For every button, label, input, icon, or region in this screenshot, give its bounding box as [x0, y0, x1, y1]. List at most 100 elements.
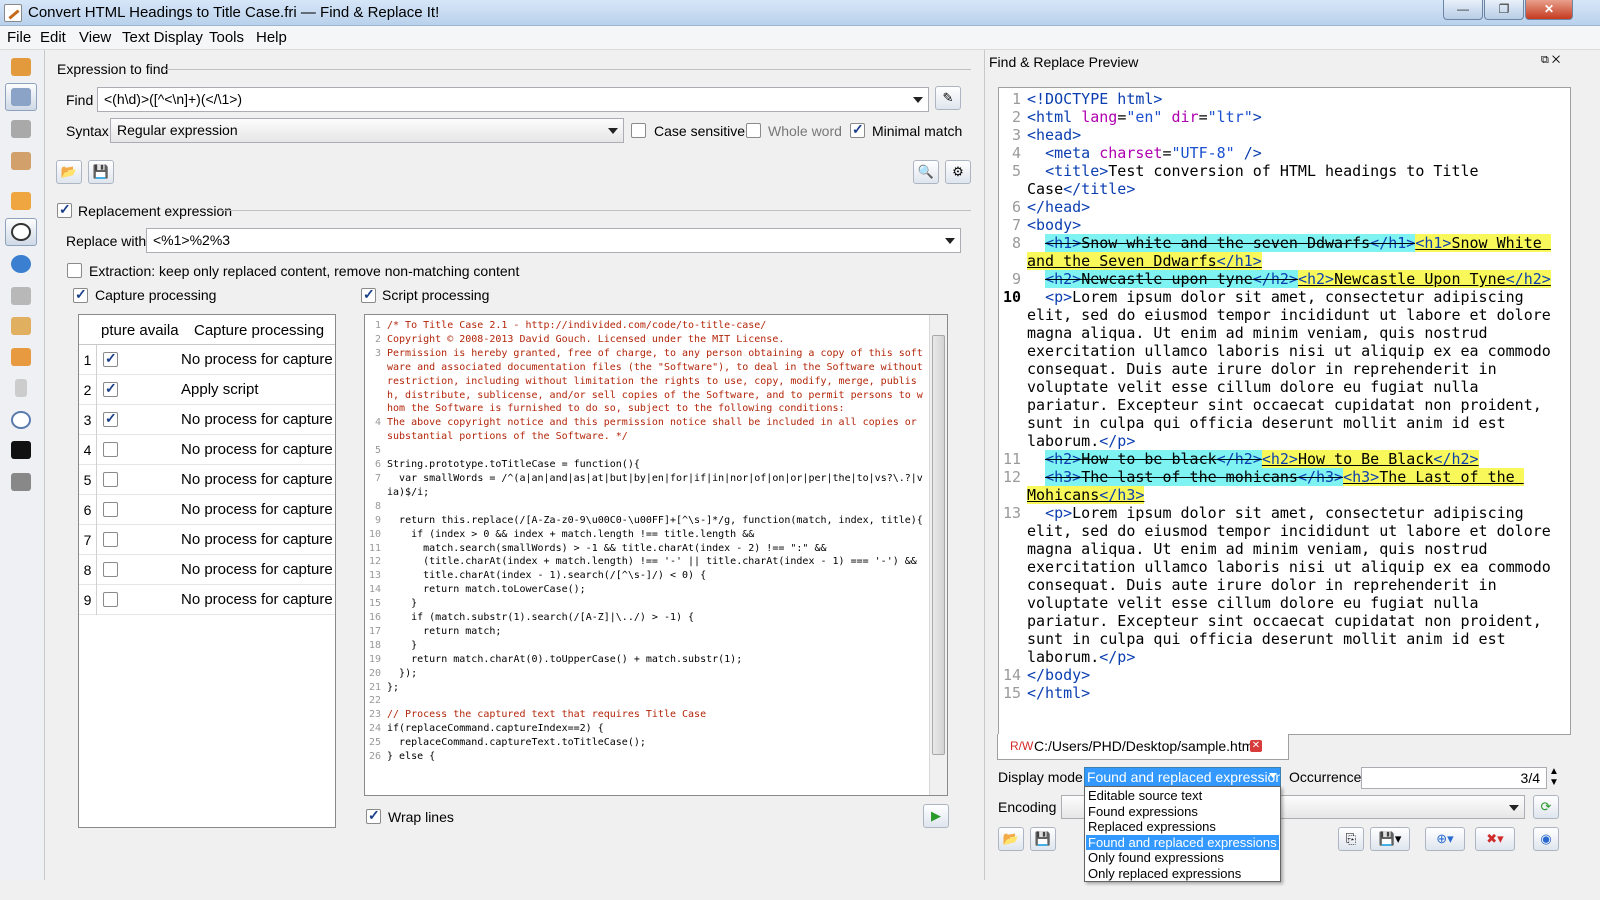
- close-button[interactable]: ✕: [1525, 0, 1573, 20]
- code-line[interactable]: 2 Copyright © 2008-2013 David Gouch. Lice…: [365, 333, 925, 347]
- capture-row-value[interactable]: No process for capture: [181, 441, 333, 458]
- capture-row-value[interactable]: No process for capture: [181, 471, 333, 488]
- preview-line[interactable]: 4 <meta charset="UTF-8" />: [999, 144, 1570, 162]
- capture-row-checkbox[interactable]: [103, 410, 118, 427]
- code-line[interactable]: 19 return match.charAt(0).toUpperCase() …: [365, 653, 925, 667]
- table-row[interactable]: 1 No process for capture: [79, 345, 335, 375]
- whole-word-checkbox[interactable]: [746, 123, 761, 138]
- preview-content[interactable]: 1 <!DOCTYPE html> 2 <html lang="en" dir="lt…: [999, 90, 1570, 702]
- code-line[interactable]: 25 replaceCommand.captureText.toTitleCas…: [365, 736, 925, 750]
- edit-expression-icon[interactable]: ✎: [935, 86, 961, 110]
- capture-row-value[interactable]: No process for capture: [181, 411, 333, 428]
- menu-text-display[interactable]: Text Display: [122, 29, 203, 46]
- delete-icon[interactable]: ✖▾: [1475, 827, 1515, 851]
- capture-row-value[interactable]: No process for capture: [181, 561, 333, 578]
- script-processing-checkbox[interactable]: [361, 286, 376, 303]
- capture-row-value[interactable]: No process for capture: [181, 501, 333, 518]
- code-line[interactable]: 17 return match;: [365, 625, 925, 639]
- case-sensitive-checkbox[interactable]: [631, 123, 646, 138]
- search-icon[interactable]: 🔍: [913, 160, 939, 184]
- code-line[interactable]: 24 if(replaceCommand.captureIndex==2) {: [365, 722, 925, 736]
- code-line[interactable]: 11 match.search(smallWords) > -1 && titl…: [365, 542, 925, 556]
- chevron-down-icon[interactable]: [945, 238, 955, 244]
- capture-row-checkbox[interactable]: [103, 380, 118, 397]
- code-line[interactable]: 14 return match.toLowerCase();: [365, 583, 925, 597]
- minimal-match-checkbox[interactable]: [850, 121, 865, 138]
- code-line[interactable]: 12 (title.charAt(index + match.length) !…: [365, 555, 925, 569]
- option-replaced-expressions[interactable]: Replaced expressions: [1086, 819, 1279, 835]
- code-line[interactable]: 6 String.prototype.toTitleCase = function…: [365, 458, 925, 472]
- find-input[interactable]: <(h\d)>([^<\n]+)(</\1>): [97, 87, 929, 112]
- preview-line[interactable]: 15 </html>: [999, 684, 1570, 702]
- code-line[interactable]: 15 }: [365, 597, 925, 611]
- preview-line[interactable]: 8 <h1>Snow white and the seven Ddwarfs</…: [999, 234, 1570, 270]
- table-row[interactable]: 2 Apply script: [79, 375, 335, 405]
- code-line[interactable]: 7 var smallWords = /^(a|an|and|as|at|but…: [365, 472, 925, 500]
- table-row[interactable]: 9 No process for capture: [79, 585, 335, 615]
- capture-processing-checkbox[interactable]: [73, 286, 88, 303]
- menu-tools[interactable]: Tools: [209, 29, 244, 46]
- code-line[interactable]: 22: [365, 694, 925, 708]
- chevron-down-icon[interactable]: [1269, 773, 1277, 778]
- preview-line[interactable]: 11 <h2>How to be black</h2><h2>How to Be…: [999, 450, 1570, 468]
- table-row[interactable]: 6 No process for capture: [79, 495, 335, 525]
- minimize-button[interactable]: —: [1443, 0, 1483, 20]
- code-line[interactable]: 21};: [365, 681, 925, 695]
- find-icon[interactable]: [5, 53, 37, 81]
- script-editor[interactable]: 1 /* To Title Case 2.1 - http://individed…: [364, 314, 948, 796]
- replacement-checkbox[interactable]: [57, 201, 72, 218]
- capture-row-value[interactable]: No process for capture: [181, 591, 333, 608]
- preview-line[interactable]: 5 <title>Test conversion of HTML heading…: [999, 162, 1570, 198]
- open-file-icon[interactable]: 📂: [998, 827, 1024, 851]
- option-editable-source[interactable]: Editable source text: [1086, 788, 1279, 804]
- replace-icon[interactable]: [5, 83, 37, 111]
- preview-line[interactable]: 13 <p>Lorem ipsum dolor sit amet, consec…: [999, 504, 1570, 666]
- browser-preview-icon[interactable]: ◉: [1533, 827, 1559, 851]
- script-code[interactable]: 1 /* To Title Case 2.1 - http://individed…: [365, 319, 925, 764]
- refresh-icon[interactable]: ⟳: [1533, 795, 1559, 819]
- menu-edit[interactable]: Edit: [40, 29, 66, 46]
- capture-row-checkbox[interactable]: [103, 562, 118, 577]
- wrap-lines-checkbox[interactable]: [366, 807, 381, 824]
- display-mode-dropdown[interactable]: Editable source text Found expressions R…: [1084, 786, 1281, 882]
- header-capture-processing[interactable]: Capture processing: [194, 322, 324, 339]
- chevron-down-icon[interactable]: [608, 128, 618, 134]
- printer-icon[interactable]: [5, 468, 37, 496]
- code-line[interactable]: 1 /* To Title Case 2.1 - http://individed…: [365, 319, 925, 333]
- code-line[interactable]: 10 if (index > 0 && index + match.length…: [365, 528, 925, 542]
- save-icon[interactable]: 💾: [88, 160, 114, 184]
- menu-view[interactable]: View: [79, 29, 111, 46]
- menu-file[interactable]: File: [7, 29, 31, 46]
- code-line[interactable]: 8: [365, 500, 925, 514]
- preview-line[interactable]: 7 <body>: [999, 216, 1570, 234]
- float-icon[interactable]: ⧉ ✕: [1541, 54, 1560, 67]
- preview-line[interactable]: 10 <p>Lorem ipsum dolor sit amet, consec…: [999, 288, 1570, 450]
- capture-row-value[interactable]: No process for capture: [181, 531, 333, 548]
- code-line[interactable]: 26} else {: [365, 750, 925, 764]
- code-line[interactable]: 20 });: [365, 667, 925, 681]
- folder-icon[interactable]: [5, 187, 37, 215]
- preview-line[interactable]: 14 </body>: [999, 666, 1570, 684]
- code-line[interactable]: 18 }: [365, 639, 925, 653]
- chevron-down-icon[interactable]: [1509, 805, 1519, 811]
- file-tab[interactable]: R/W C:/Users/PHD/Desktop/sample.html ✕: [997, 734, 1289, 760]
- capture-row-checkbox[interactable]: [103, 442, 118, 457]
- bottle-icon[interactable]: [5, 374, 37, 402]
- preview-line[interactable]: 9 <h2>Newcastle upon tyne</h2><h2>Newcas…: [999, 270, 1570, 288]
- option-only-replaced[interactable]: Only replaced expressions: [1086, 866, 1279, 882]
- preview-line[interactable]: 3 <head>: [999, 126, 1570, 144]
- console-icon[interactable]: [5, 436, 37, 464]
- capture-row-checkbox[interactable]: [103, 532, 118, 547]
- option-found-expressions[interactable]: Found expressions: [1086, 804, 1279, 820]
- preview-line[interactable]: 1 <!DOCTYPE html>: [999, 90, 1570, 108]
- preview-line[interactable]: 2 <html lang="en" dir="ltr">: [999, 108, 1570, 126]
- display-mode-select[interactable]: Found and replaced expression: [1084, 767, 1281, 787]
- code-line[interactable]: 13 title.charAt(index - 1).search(/[^\s-…: [365, 569, 925, 583]
- code-line[interactable]: 23 // Process the captured text that requ…: [365, 708, 925, 722]
- copy-icon[interactable]: ⎘: [1338, 827, 1364, 851]
- preview-icon[interactable]: [5, 218, 37, 246]
- settings-icon[interactable]: ⚙: [945, 160, 971, 184]
- capture-row-value[interactable]: Apply script: [181, 381, 259, 398]
- occurrence-field[interactable]: 3/4: [1361, 767, 1547, 789]
- option-only-found[interactable]: Only found expressions: [1086, 850, 1279, 866]
